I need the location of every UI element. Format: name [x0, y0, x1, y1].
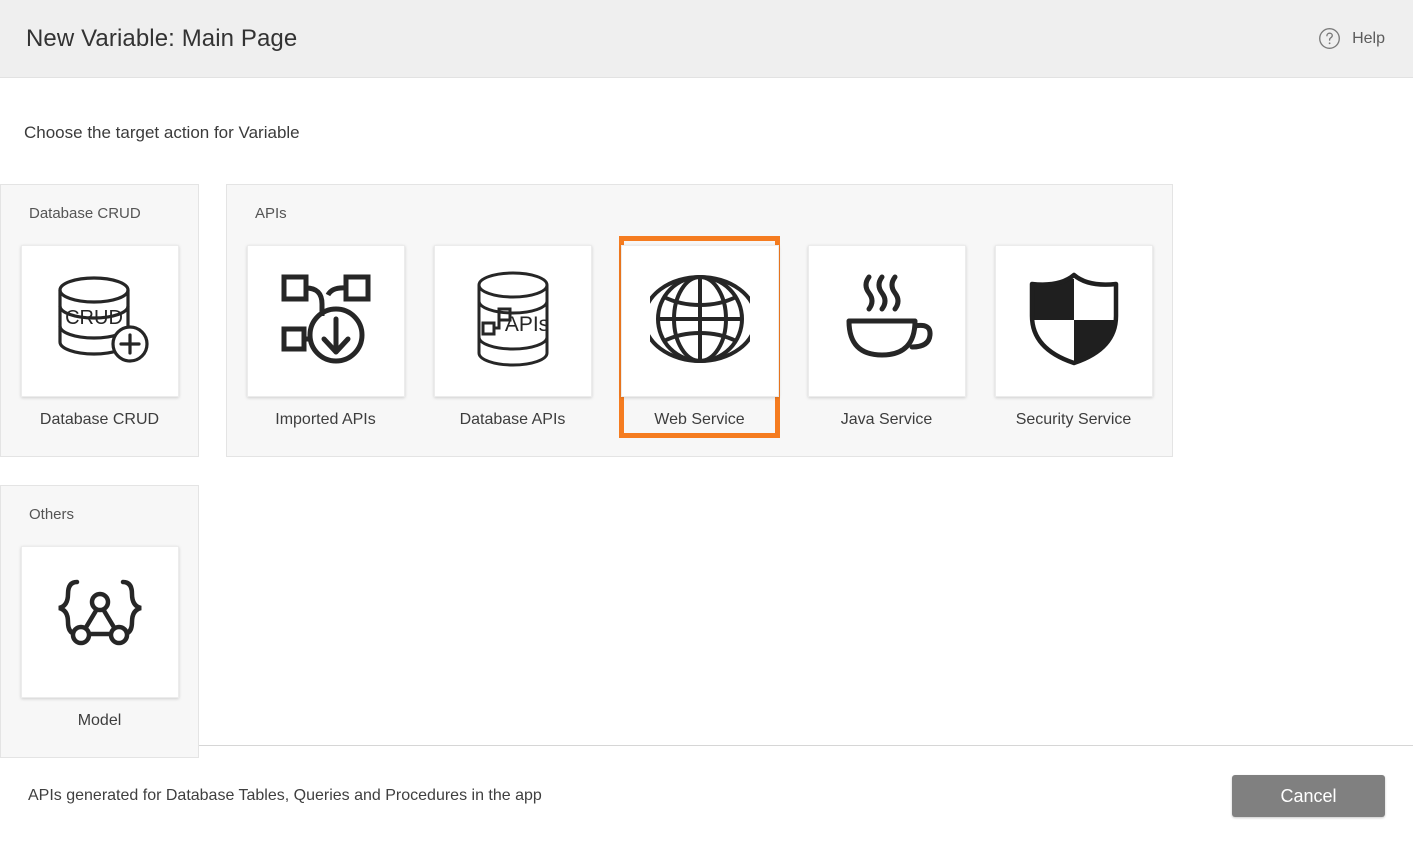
tile-face: CRUD — [21, 245, 179, 397]
tile-face — [21, 546, 179, 698]
panel-title-others: Others — [29, 506, 180, 523]
tile-label: Security Service — [1016, 411, 1132, 429]
dialog-body: Choose the target action for Variable Da… — [0, 78, 1413, 745]
tile-database-apis[interactable]: APIs Database APIs — [432, 236, 593, 438]
page-title: New Variable: Main Page — [26, 25, 297, 53]
panel-title-database-crud: Database CRUD — [29, 205, 180, 222]
model-graph-icon — [47, 570, 153, 675]
tile-imported-apis[interactable]: Imported APIs — [245, 236, 406, 438]
tile-web-service[interactable]: Web Service — [619, 236, 780, 438]
tile-face — [995, 245, 1153, 397]
tile-face — [808, 245, 966, 397]
tile-face — [247, 245, 405, 397]
svg-text:APIs: APIs — [504, 313, 548, 336]
coffee-cup-icon — [835, 269, 939, 374]
action-groups: Database CRUD — [0, 184, 1413, 758]
help-button[interactable]: Help — [1312, 23, 1391, 54]
footer-note: APIs generated for Database Tables, Quer… — [28, 787, 542, 805]
tile-label: Imported APIs — [275, 411, 376, 429]
panel-row-bottom: Others — [0, 485, 1413, 758]
tile-model[interactable]: Model — [19, 537, 180, 739]
shield-icon — [1024, 269, 1124, 374]
database-apis-icon: APIs — [461, 267, 565, 376]
question-circle-icon — [1318, 27, 1341, 50]
tile-label: Database CRUD — [40, 411, 159, 429]
tiles-others: Model — [19, 537, 180, 739]
svg-text:CRUD: CRUD — [65, 307, 123, 329]
tile-label: Java Service — [841, 411, 933, 429]
tile-label: Web Service — [654, 411, 744, 429]
dialog-header: New Variable: Main Page Help — [0, 0, 1413, 78]
tile-face — [621, 245, 779, 397]
database-crud-icon: CRUD — [44, 268, 156, 375]
new-variable-dialog: New Variable: Main Page Help Choose the … — [0, 0, 1413, 846]
imported-apis-icon — [274, 267, 378, 376]
tiles-database-crud: CRUD Database CRUD — [19, 236, 180, 438]
panel-database-crud: Database CRUD — [0, 184, 199, 457]
panel-row-top: Database CRUD — [0, 184, 1413, 457]
tile-label: Database APIs — [460, 411, 566, 429]
help-label: Help — [1352, 30, 1385, 48]
globe-icon — [650, 269, 750, 374]
dialog-footer: APIs generated for Database Tables, Quer… — [0, 745, 1413, 846]
tile-security-service[interactable]: Security Service — [993, 236, 1154, 438]
panel-others: Others — [0, 485, 199, 758]
tile-java-service[interactable]: Java Service — [806, 236, 967, 438]
tiles-apis: Imported APIs — [245, 236, 1154, 438]
tile-database-crud[interactable]: CRUD Database CRUD — [19, 236, 180, 438]
panel-title-apis: APIs — [255, 205, 1154, 222]
tile-face: APIs — [434, 245, 592, 397]
panel-apis: APIs — [226, 184, 1173, 457]
cancel-button[interactable]: Cancel — [1232, 775, 1385, 817]
tile-label: Model — [78, 712, 122, 730]
instruction-text: Choose the target action for Variable — [24, 123, 300, 143]
